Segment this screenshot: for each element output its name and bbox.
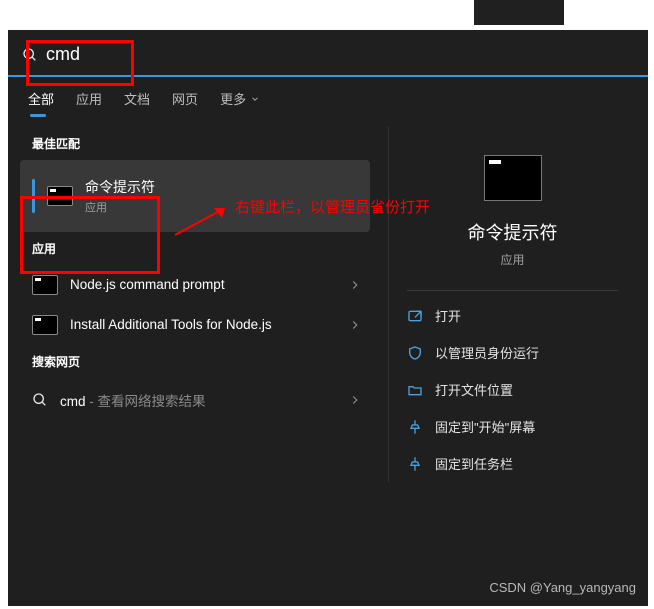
action-pin-start[interactable]: 固定到"开始"屏幕 <box>389 408 636 445</box>
action-pin-taskbar[interactable]: 固定到任务栏 <box>389 445 636 482</box>
action-open-location[interactable]: 打开文件位置 <box>389 371 636 408</box>
tab-all[interactable]: 全部 <box>28 89 54 108</box>
action-label: 固定到"开始"屏幕 <box>435 417 535 436</box>
section-web: 搜索网页 <box>20 345 370 378</box>
preview-sub: 应用 <box>500 251 524 268</box>
action-run-admin[interactable]: 以管理员身份运行 <box>389 334 636 371</box>
chevron-down-icon <box>250 94 260 104</box>
action-open[interactable]: 打开 <box>389 297 636 334</box>
best-match-title: 命令提示符 <box>85 177 155 197</box>
tab-apps[interactable]: 应用 <box>76 89 102 108</box>
preview-title: 命令提示符 <box>468 219 558 245</box>
search-query: cmd <box>46 44 80 65</box>
search-row: cmd <box>8 30 648 75</box>
tab-docs[interactable]: 文档 <box>124 89 150 108</box>
best-match-item[interactable]: 命令提示符 应用 <box>20 160 370 232</box>
web-text: cmd - 查看网络搜索结果 <box>60 390 206 410</box>
tabs: 全部 应用 文档 网页 更多 <box>8 77 648 116</box>
divider <box>407 290 618 291</box>
window-edge <box>0 0 654 30</box>
section-apps: 应用 <box>20 232 370 265</box>
best-match-text: 命令提示符 应用 <box>85 177 155 215</box>
action-label: 以管理员身份运行 <box>435 343 539 362</box>
search-input[interactable]: cmd <box>22 44 80 65</box>
chevron-right-icon <box>348 318 362 332</box>
tab-more[interactable]: 更多 <box>220 89 260 108</box>
app-item-node-tools[interactable]: Install Additional Tools for Node.js <box>20 305 370 345</box>
cmd-icon <box>32 315 58 335</box>
cmd-icon <box>47 186 73 206</box>
folder-icon <box>407 382 423 398</box>
web-hint: - 查看网络搜索结果 <box>86 394 206 409</box>
search-icon <box>22 47 38 63</box>
preview-header: 命令提示符 应用 打开 以管理员身份运行 打开文件位置 固定到"开始" <box>389 127 636 482</box>
tab-web[interactable]: 网页 <box>172 89 198 108</box>
app-title: Node.js command prompt <box>70 276 225 294</box>
chevron-right-icon <box>348 393 362 407</box>
web-term: cmd <box>60 394 86 409</box>
section-best-match: 最佳匹配 <box>20 127 370 160</box>
cmd-icon-large <box>484 155 542 201</box>
pin-icon <box>407 456 423 472</box>
cmd-icon <box>32 275 58 295</box>
tab-more-label: 更多 <box>220 89 246 108</box>
app-title: Install Additional Tools for Node.js <box>70 316 272 334</box>
results-body: 最佳匹配 命令提示符 应用 应用 Node.js command prompt <box>8 127 648 482</box>
chevron-right-icon <box>348 278 362 292</box>
selection-indicator <box>32 179 35 213</box>
watermark: CSDN @Yang_yangyang <box>489 580 636 595</box>
search-panel: cmd 全部 应用 文档 网页 更多 最佳匹配 命令提示符 应用 应用 <box>8 30 648 606</box>
best-match-sub: 应用 <box>85 199 155 215</box>
action-label: 固定到任务栏 <box>435 454 513 473</box>
shield-icon <box>407 345 423 361</box>
preview-pane: 命令提示符 应用 打开 以管理员身份运行 打开文件位置 固定到"开始" <box>388 127 636 482</box>
web-search-item[interactable]: cmd - 查看网络搜索结果 <box>20 378 370 422</box>
active-tab-indicator <box>30 114 46 117</box>
search-icon <box>32 392 48 408</box>
pin-icon <box>407 419 423 435</box>
results-left: 最佳匹配 命令提示符 应用 应用 Node.js command prompt <box>20 127 370 482</box>
open-icon <box>407 308 423 324</box>
app-item-node-prompt[interactable]: Node.js command prompt <box>20 265 370 305</box>
action-label: 打开文件位置 <box>435 380 513 399</box>
action-label: 打开 <box>435 306 461 325</box>
